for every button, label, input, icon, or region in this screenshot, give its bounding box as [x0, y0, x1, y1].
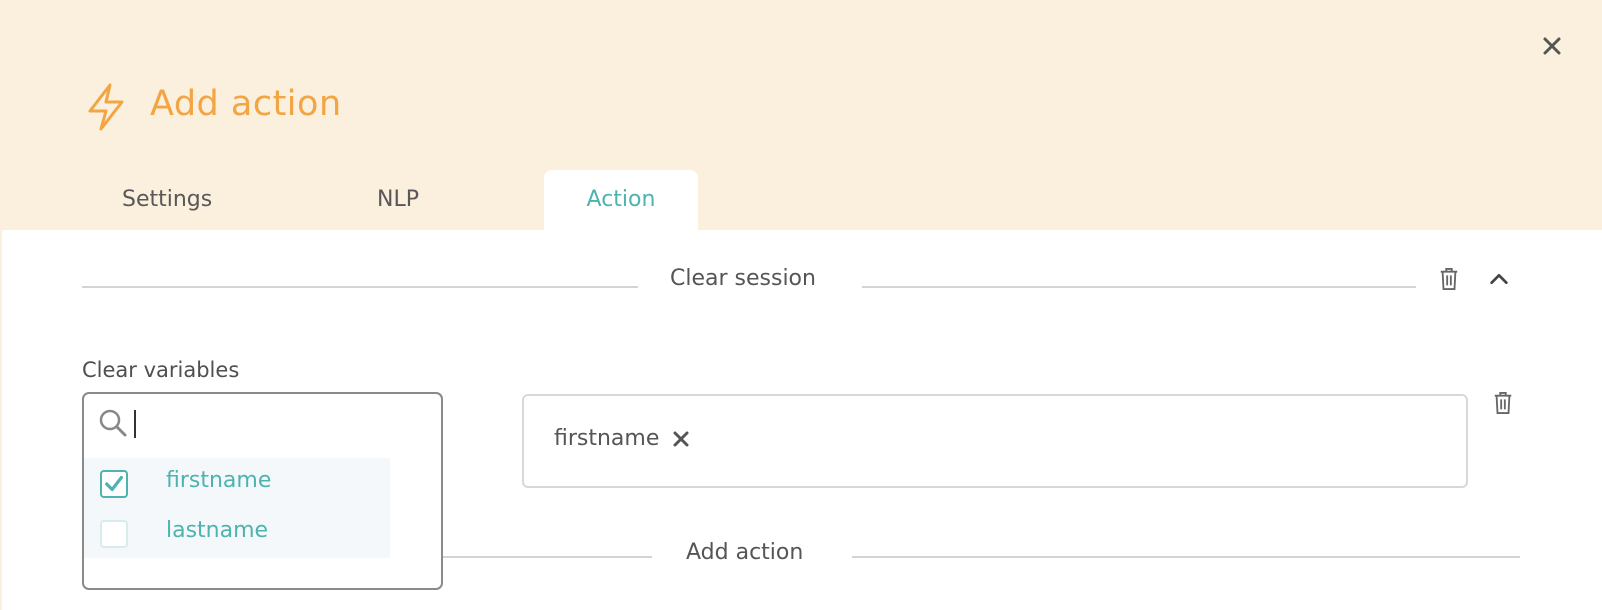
tab-settings[interactable]: Settings [122, 170, 212, 230]
search-row [98, 406, 418, 440]
selected-variables-field[interactable]: firstname [522, 394, 1468, 488]
checkbox-unchecked[interactable] [100, 520, 128, 548]
tab-action[interactable]: Action [544, 170, 698, 230]
option-firstname[interactable]: firstname [84, 458, 390, 508]
add-action-modal: Add action Settings NLP Action Clear ses… [0, 0, 1602, 610]
modal-body: Clear session Clear variables firstname … [2, 230, 1602, 610]
chevron-up-icon[interactable] [1488, 268, 1510, 290]
modal-header: Add action Settings NLP Action [0, 0, 1602, 230]
option-lastname[interactable]: lastname [84, 508, 390, 558]
add-action-divider-left [442, 556, 652, 558]
trash-icon[interactable] [1438, 266, 1460, 292]
section-title: Clear session [670, 266, 816, 291]
text-caret [134, 410, 136, 438]
option-label: firstname [166, 468, 272, 493]
section-divider-right [862, 286, 1416, 288]
check-icon [105, 475, 123, 492]
variable-chip: firstname [554, 426, 691, 451]
close-icon[interactable] [1540, 34, 1564, 58]
options-list: firstname lastname [84, 458, 390, 558]
search-icon [99, 409, 127, 437]
chip-label: firstname [554, 426, 660, 451]
clear-variables-label: Clear variables [82, 358, 240, 382]
add-action-button[interactable]: Add action [686, 540, 803, 565]
add-action-divider-right [852, 556, 1520, 558]
option-label: lastname [166, 518, 269, 543]
modal-title: Add action [150, 84, 342, 124]
section-divider-left [82, 286, 638, 288]
checkbox-checked[interactable] [100, 470, 128, 498]
lightning-icon [88, 83, 124, 131]
trash-icon[interactable] [1492, 390, 1514, 416]
search-input[interactable] [138, 406, 408, 440]
tab-nlp[interactable]: NLP [377, 170, 419, 230]
chip-remove-icon[interactable] [671, 429, 691, 449]
variables-dropdown: firstname lastname [82, 392, 443, 590]
